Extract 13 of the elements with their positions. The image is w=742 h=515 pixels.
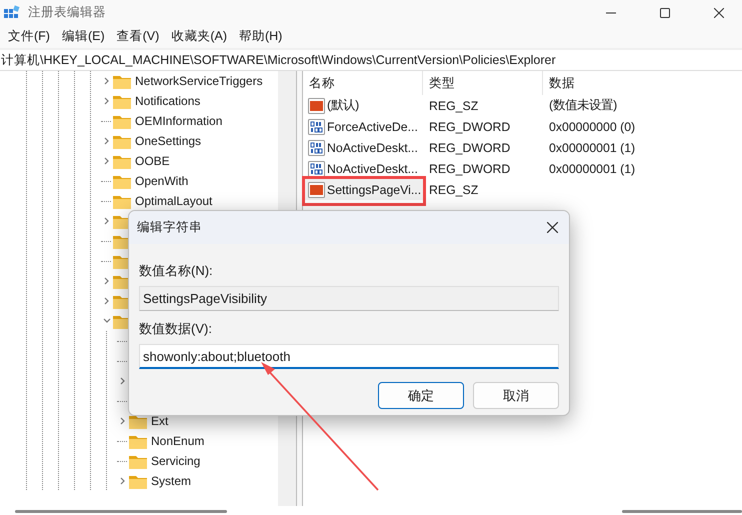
field-label: 数值名称(N): — [139, 262, 214, 280]
window-title: 注册表编辑器 — [28, 4, 107, 21]
field-label: 数值数据(V): — [139, 320, 213, 338]
value-data: 0x00000001 (1) — [548, 140, 636, 154]
dialog-title: 编辑字符串 — [137, 219, 202, 236]
value-data: 0x00000001 (1) — [548, 162, 636, 176]
value-data: 0x00000000 (0) — [548, 120, 636, 134]
value-type: REG_DWORD — [428, 120, 512, 134]
value-type: REG_DWORD — [428, 140, 512, 154]
value-type: REG_DWORD — [428, 162, 512, 176]
value-type: REG_SZ — [428, 182, 480, 196]
value-type: REG_SZ — [428, 98, 480, 112]
value-data: (数值未设置) — [548, 97, 618, 114]
